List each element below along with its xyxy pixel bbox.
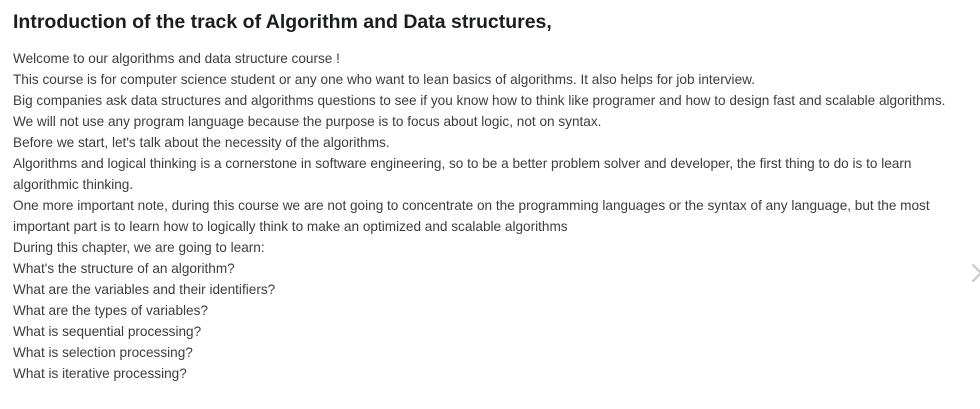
description-line: important part is to learn how to logica… [13,219,568,234]
learning-objective: What's the structure of an algorithm? [13,261,235,276]
learning-objective: What is sequential processing? [13,324,202,339]
description-line: Welcome to our algorithms and data struc… [13,51,340,66]
description-line: This course is for computer science stud… [13,72,755,87]
lecture-description: Welcome to our algorithms and data struc… [13,48,973,384]
learning-objective: What are the variables and their identif… [13,282,276,297]
description-line: algorithmic thinking. [13,177,134,192]
next-lecture-button[interactable] [970,262,980,284]
learning-objective: What are the types of variables? [13,303,208,318]
description-line: Big companies ask data structures and al… [13,93,946,108]
lecture-content: Introduction of the track of Algorithm a… [13,0,973,384]
description-line: We will not use any program language bec… [13,114,602,129]
description-line: Before we start, let's talk about the ne… [13,135,390,150]
description-line: Algorithms and logical thinking is a cor… [13,156,912,171]
learning-objective: What is selection processing? [13,345,193,360]
learning-objective: What is iterative processing? [13,366,187,381]
description-line: One more important note, during this cou… [13,198,930,213]
description-line: During this chapter, we are going to lea… [13,240,265,255]
chevron-right-icon [971,263,980,283]
lecture-title: Introduction of the track of Algorithm a… [13,11,552,33]
